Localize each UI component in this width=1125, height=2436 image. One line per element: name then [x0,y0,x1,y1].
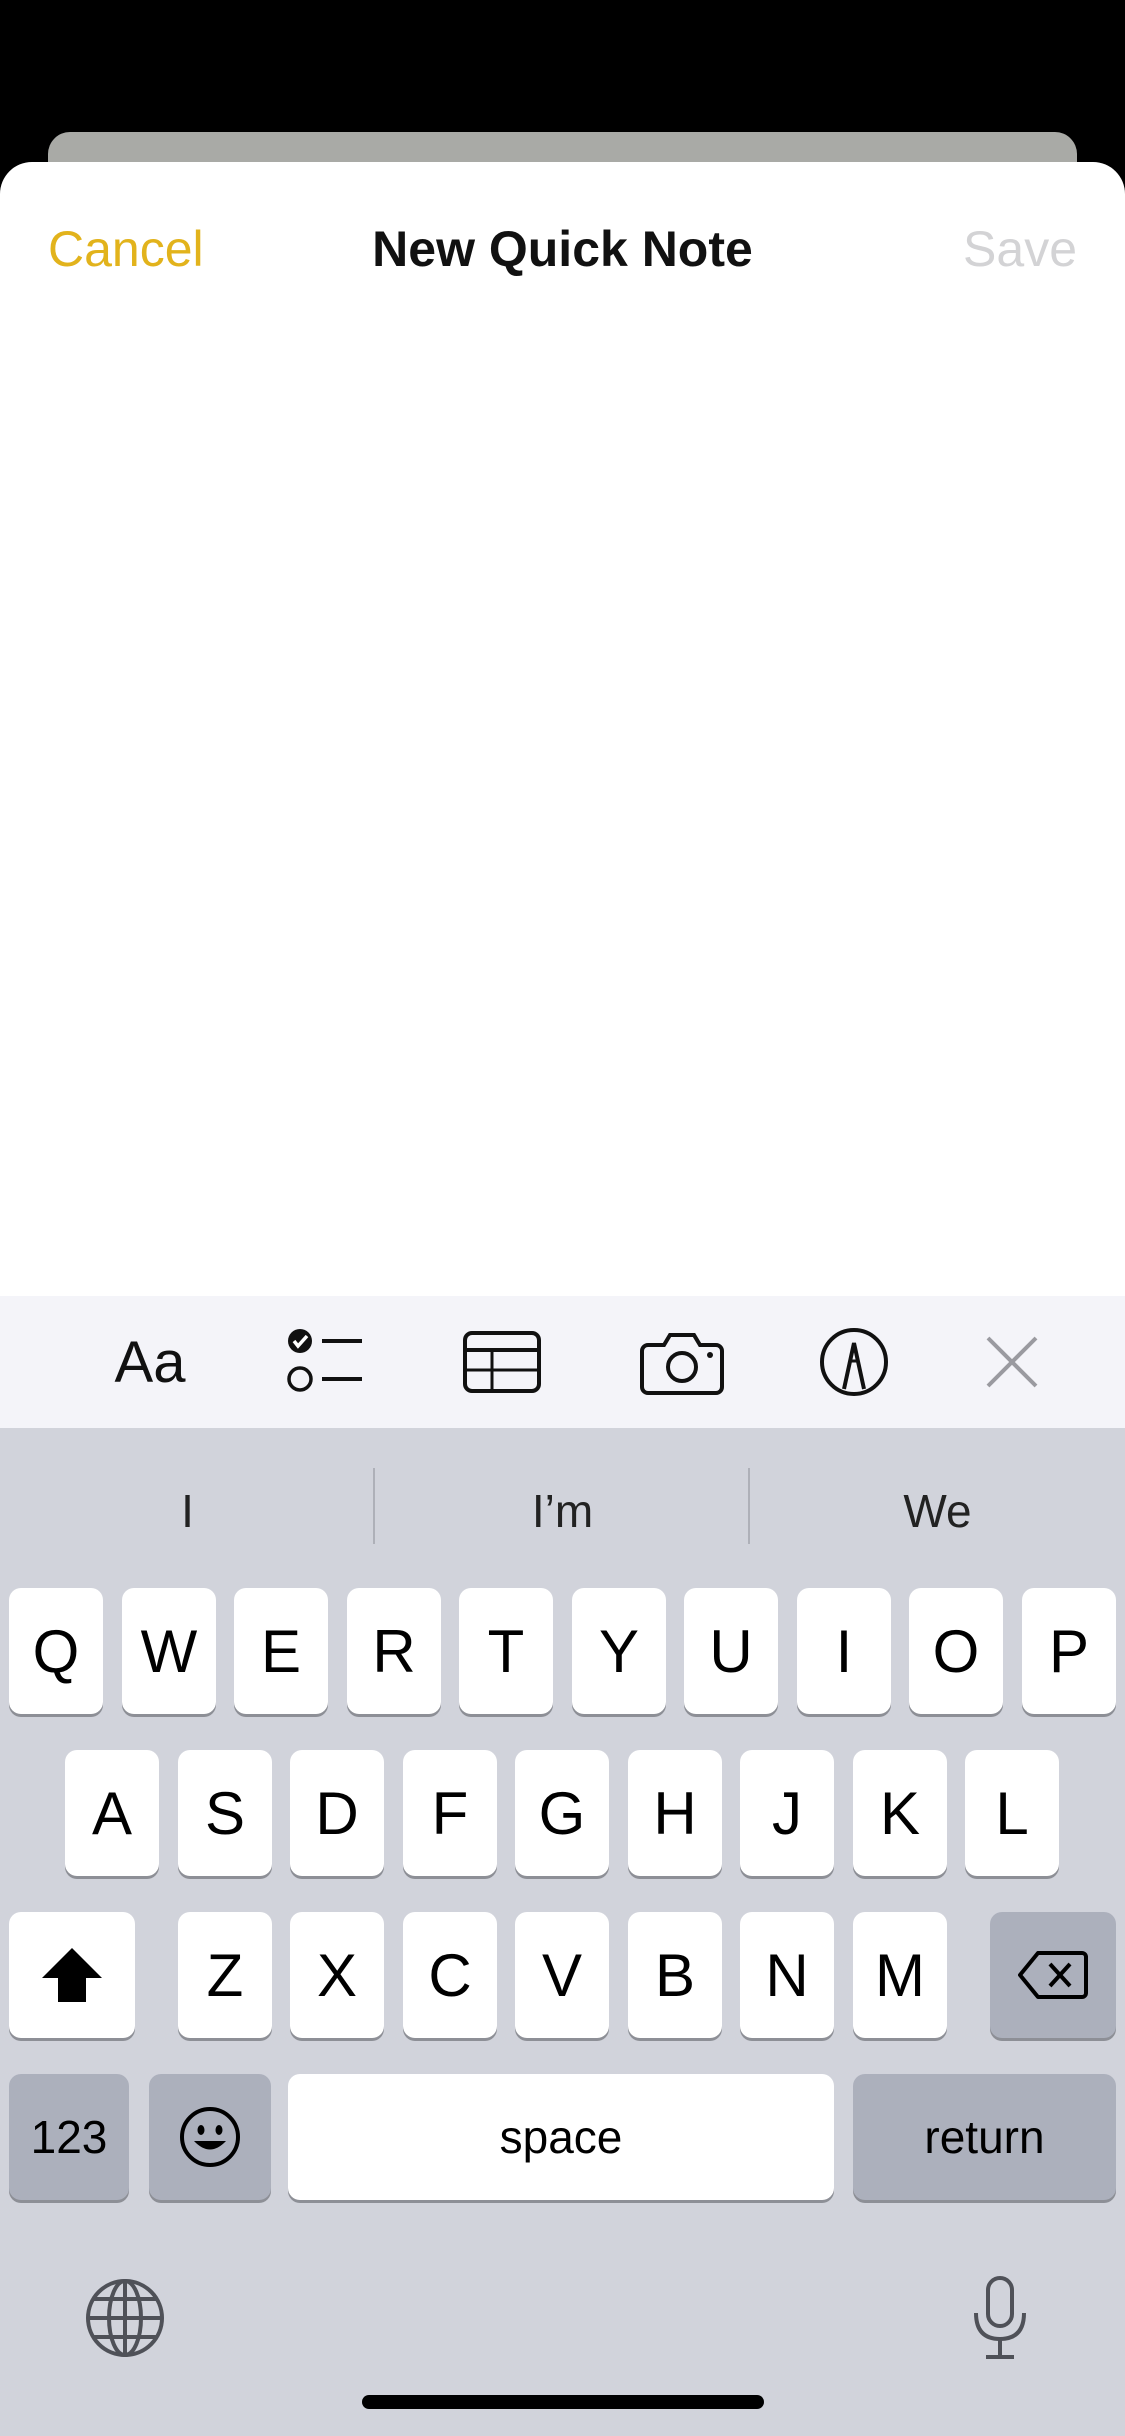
key-t[interactable]: T [459,1588,553,1714]
space-key[interactable]: space [288,2074,834,2200]
key-i[interactable]: I [797,1588,891,1714]
emoji-key[interactable] [149,2074,271,2200]
key-q[interactable]: Q [9,1588,103,1714]
format-text-button[interactable]: Aa [102,1314,198,1410]
prediction-1[interactable]: I [0,1484,375,1538]
key-m[interactable]: M [853,1912,947,2038]
key-r[interactable]: R [347,1588,441,1714]
key-w[interactable]: W [122,1588,216,1714]
format-text-icon: Aa [114,1329,186,1395]
key-j[interactable]: J [740,1750,834,1876]
dictation-button[interactable] [955,2268,1045,2368]
table-button[interactable] [454,1314,550,1410]
key-u[interactable]: U [684,1588,778,1714]
key-p[interactable]: P [1022,1588,1116,1714]
key-n[interactable]: N [740,1912,834,2038]
key-e[interactable]: E [234,1588,328,1714]
key-x[interactable]: X [290,1912,384,2038]
key-l[interactable]: L [965,1750,1059,1876]
key-k[interactable]: K [853,1750,947,1876]
keyboard: I I’m We Q W E R T Y U I O P A S D F G H… [0,1428,1125,2436]
key-h[interactable]: H [628,1750,722,1876]
key-y[interactable]: Y [572,1588,666,1714]
key-a[interactable]: A [65,1750,159,1876]
page-title: New Quick Note [372,221,753,277]
globe-icon [86,2279,164,2357]
camera-icon [640,1333,724,1395]
delete-key[interactable] [990,1912,1116,2038]
key-o[interactable]: O [909,1588,1003,1714]
key-b[interactable]: B [628,1912,722,2038]
globe-button[interactable] [80,2273,170,2363]
microphone-icon [974,2276,1026,2359]
formatting-toolbar: Aa [0,1296,1125,1428]
shift-key[interactable] [9,1912,135,2038]
numbers-key[interactable]: 123 [9,2074,129,2200]
key-g[interactable]: G [515,1750,609,1876]
key-z[interactable]: Z [178,1912,272,2038]
key-f[interactable]: F [403,1750,497,1876]
delete-icon [1018,1951,1088,1999]
key-s[interactable]: S [178,1750,272,1876]
return-key[interactable]: return [853,2074,1116,2200]
key-c[interactable]: C [403,1912,497,2038]
navigation-bar: Cancel New Quick Note Save [0,162,1125,332]
checklist-icon [287,1329,362,1392]
key-v[interactable]: V [515,1912,609,2038]
prediction-2[interactable]: I’m [375,1484,750,1538]
camera-button[interactable] [634,1314,730,1410]
checklist-button[interactable] [278,1314,374,1410]
prediction-3[interactable]: We [750,1484,1125,1538]
note-text-area[interactable] [0,332,1125,1462]
markup-button[interactable] [806,1314,902,1410]
markup-pen-icon [820,1328,888,1396]
save-button[interactable]: Save [963,220,1077,278]
shift-icon [42,1948,102,2002]
close-toolbar-button[interactable] [964,1314,1060,1410]
home-indicator [362,2395,764,2409]
close-icon [986,1336,1038,1388]
table-icon [463,1331,541,1393]
key-d[interactable]: D [290,1750,384,1876]
emoji-icon [180,2107,240,2167]
